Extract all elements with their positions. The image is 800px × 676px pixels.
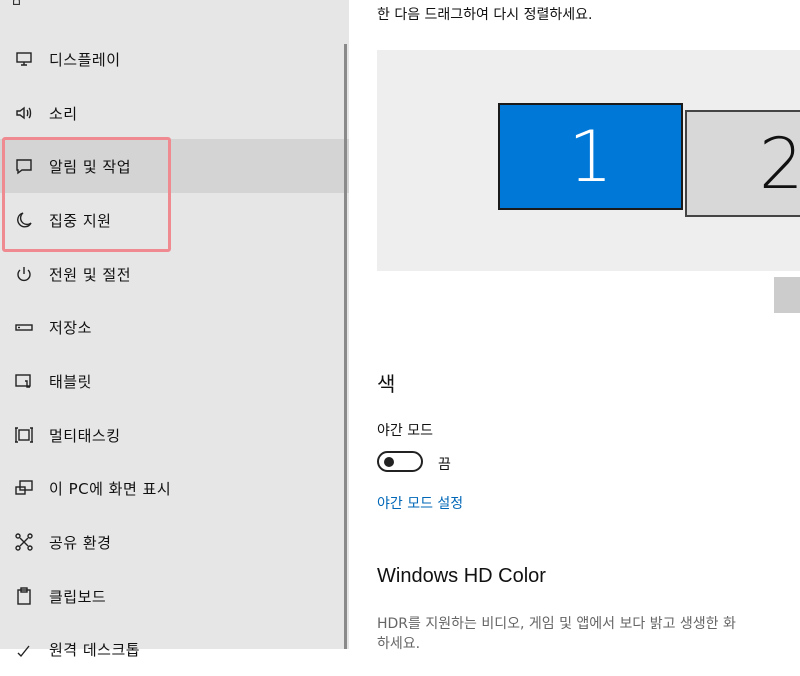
sidebar-item-label: 원격 데스크톱 (49, 640, 141, 659)
monitor-icon (13, 48, 35, 70)
display-arrangement-area: 1 2 (377, 50, 800, 271)
sidebar-item-label: 이 PC에 화면 표시 (49, 479, 172, 498)
storage-icon (13, 316, 35, 338)
clipboard-icon (13, 585, 35, 607)
shared-experiences-icon (13, 531, 35, 553)
hdr-description-line-1: HDR를 지원하는 비디오, 게임 및 앱에서 보다 밝고 생생한 화 (377, 616, 736, 632)
settings-sidebar: ⌂ 디스플레이 소리 알림 및 작업 집중 지원 전원 및 절전 저장소 태블릿… (0, 0, 349, 659)
sidebar-item-label: 공유 환경 (49, 533, 112, 552)
home-icon[interactable]: ⌂ (12, 0, 52, 8)
project-icon (13, 477, 35, 499)
sidebar-item-tablet[interactable]: 태블릿 (0, 354, 349, 408)
tablet-icon (13, 370, 35, 392)
night-light-settings-link[interactable]: 야간 모드 설정 (377, 493, 463, 513)
rearrange-instruction: 한 다음 드래그하여 다시 정렬하세요. (377, 7, 593, 23)
sidebar-item-focus-assist[interactable]: 집중 지원 (0, 193, 349, 247)
display-settings-main: 한 다음 드래그하여 다시 정렬하세요. 1 2 색 야간 모드 끔 야간 모드… (349, 0, 800, 652)
monitor-1-tile[interactable]: 1 (498, 103, 683, 210)
sidebar-item-label: 클립보드 (49, 587, 107, 606)
hdr-description: HDR를 지원하는 비디오, 게임 및 앱에서 보다 밝고 생생한 화 하세요. (377, 614, 800, 654)
monitor-2-tile[interactable]: 2 (685, 110, 800, 217)
hd-color-title: Windows HD Color (377, 565, 546, 587)
sidebar-item-sound[interactable]: 소리 (0, 86, 349, 140)
sidebar-item-label: 전원 및 절전 (49, 265, 132, 284)
sidebar-item-display[interactable]: 디스플레이 (0, 32, 349, 86)
power-icon (13, 263, 35, 285)
speaker-icon (13, 102, 35, 124)
sidebar-item-label: 태블릿 (49, 372, 92, 391)
night-light-state: 끔 (438, 457, 451, 473)
sidebar-item-label: 디스플레이 (49, 50, 121, 69)
remote-desktop-icon (13, 638, 35, 660)
sidebar-scrollbar[interactable] (344, 44, 347, 649)
sidebar-item-label: 저장소 (49, 318, 92, 337)
notification-icon (13, 155, 35, 177)
multitasking-icon (13, 424, 35, 446)
sidebar-item-clipboard[interactable]: 클립보드 (0, 569, 349, 623)
sidebar-item-shared-experiences[interactable]: 공유 환경 (0, 515, 349, 569)
sidebar-item-label: 소리 (49, 104, 78, 123)
color-section-title: 색 (377, 372, 396, 396)
sidebar-item-label: 집중 지원 (49, 211, 112, 230)
sidebar-item-label: 멀티태스킹 (49, 426, 121, 445)
moon-icon (13, 209, 35, 231)
sidebar-item-project-to-pc[interactable]: 이 PC에 화면 표시 (0, 461, 349, 515)
sidebar-item-power-sleep[interactable]: 전원 및 절전 (0, 247, 349, 301)
sidebar-item-label: 알림 및 작업 (49, 157, 132, 176)
identify-button[interactable] (774, 277, 800, 313)
sidebar-item-multitasking[interactable]: 멀티태스킹 (0, 408, 349, 462)
night-light-toggle[interactable] (377, 451, 423, 472)
sidebar-item-remote-desktop[interactable]: 원격 데스크톱 (0, 622, 349, 676)
sidebar-item-storage[interactable]: 저장소 (0, 300, 349, 354)
hdr-description-line-2: 하세요. (377, 636, 421, 652)
sidebar-item-notifications[interactable]: 알림 및 작업 (0, 139, 349, 193)
night-light-label: 야간 모드 (377, 423, 433, 439)
toggle-knob (384, 456, 394, 467)
